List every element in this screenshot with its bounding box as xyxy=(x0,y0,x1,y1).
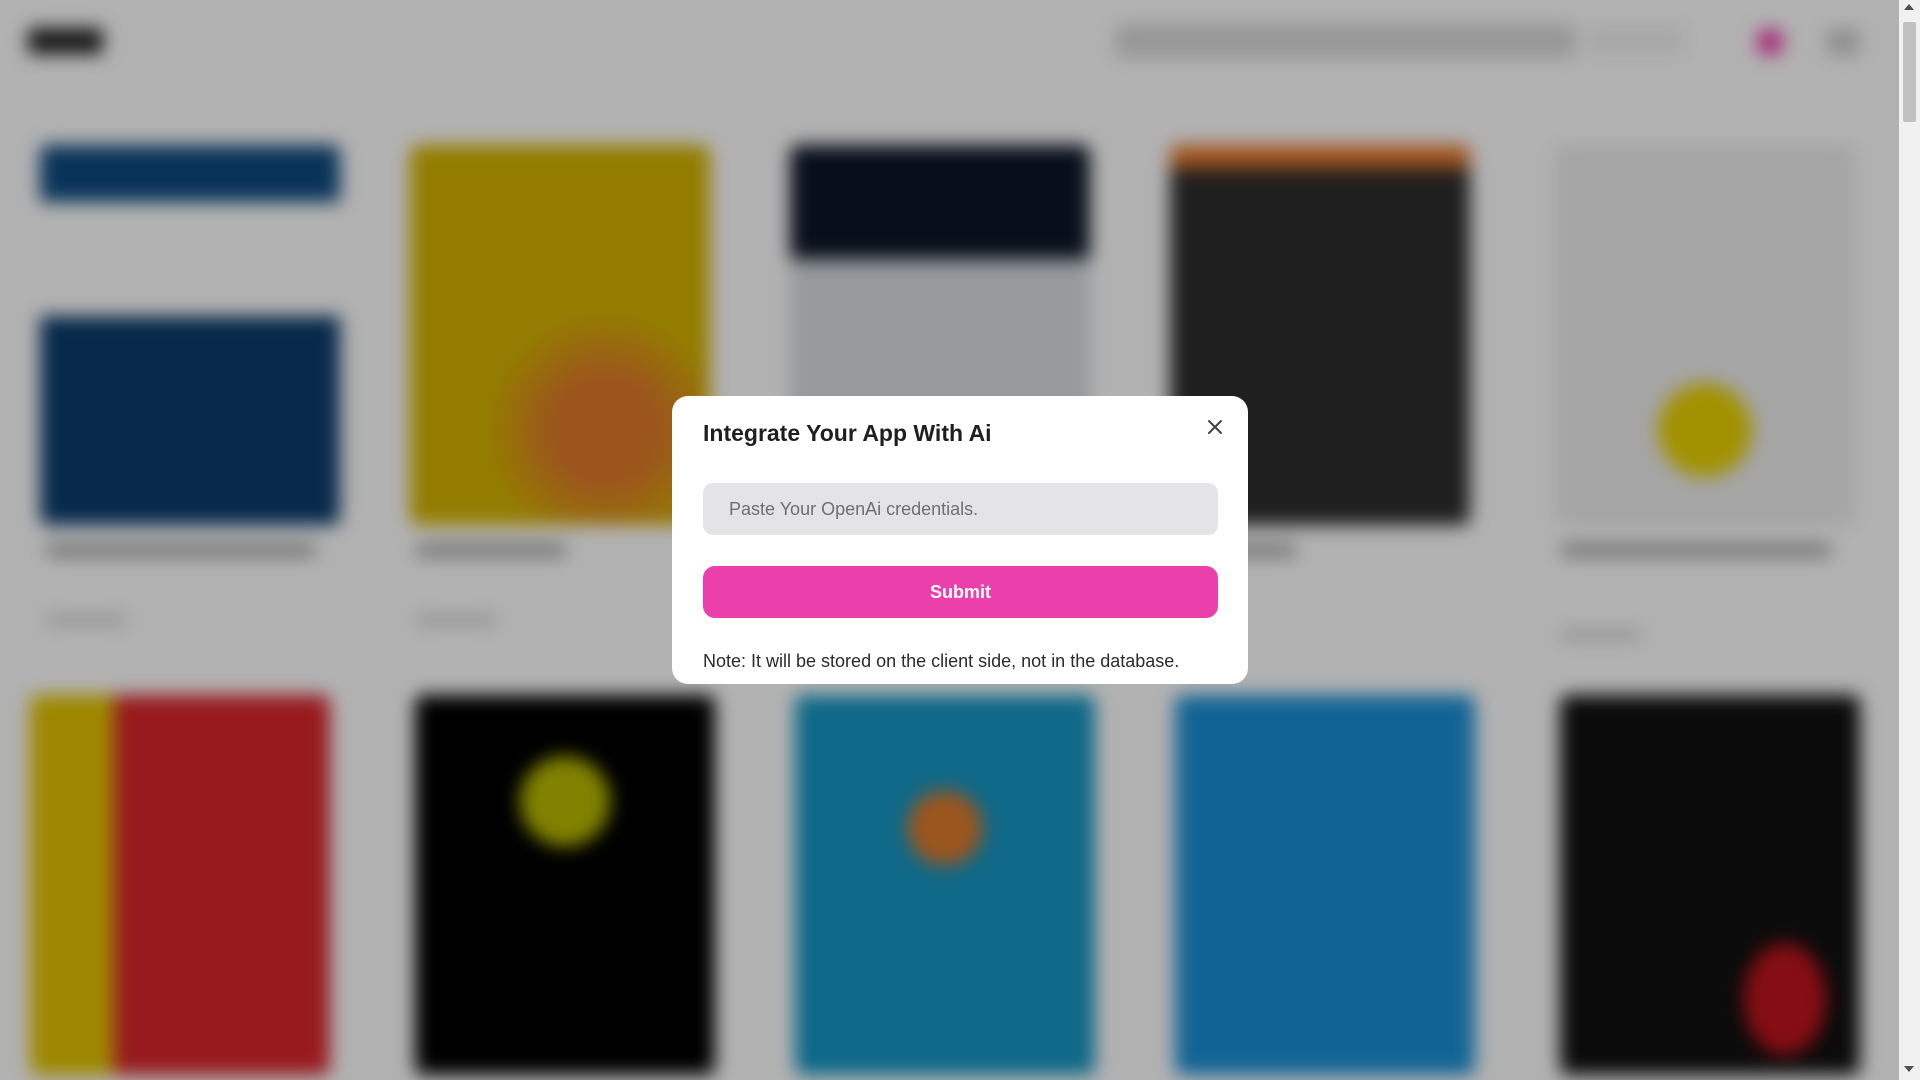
scrollbar-thumb[interactable] xyxy=(1903,22,1916,122)
submit-button[interactable]: Submit xyxy=(703,566,1218,618)
scroll-up-arrow-icon[interactable] xyxy=(1904,4,1914,10)
close-icon[interactable] xyxy=(1202,414,1228,440)
vertical-scrollbar[interactable] xyxy=(1899,0,1920,1080)
openai-credentials-input[interactable] xyxy=(703,483,1218,535)
modal-title: Integrate Your App With Ai xyxy=(703,420,992,446)
close-button[interactable] xyxy=(1202,414,1228,440)
scroll-down-arrow-icon[interactable] xyxy=(1904,1066,1914,1072)
integrate-ai-modal: Integrate Your App With Ai Submit Note: … xyxy=(672,396,1248,684)
storage-note: Note: It will be stored on the client si… xyxy=(703,651,1180,671)
